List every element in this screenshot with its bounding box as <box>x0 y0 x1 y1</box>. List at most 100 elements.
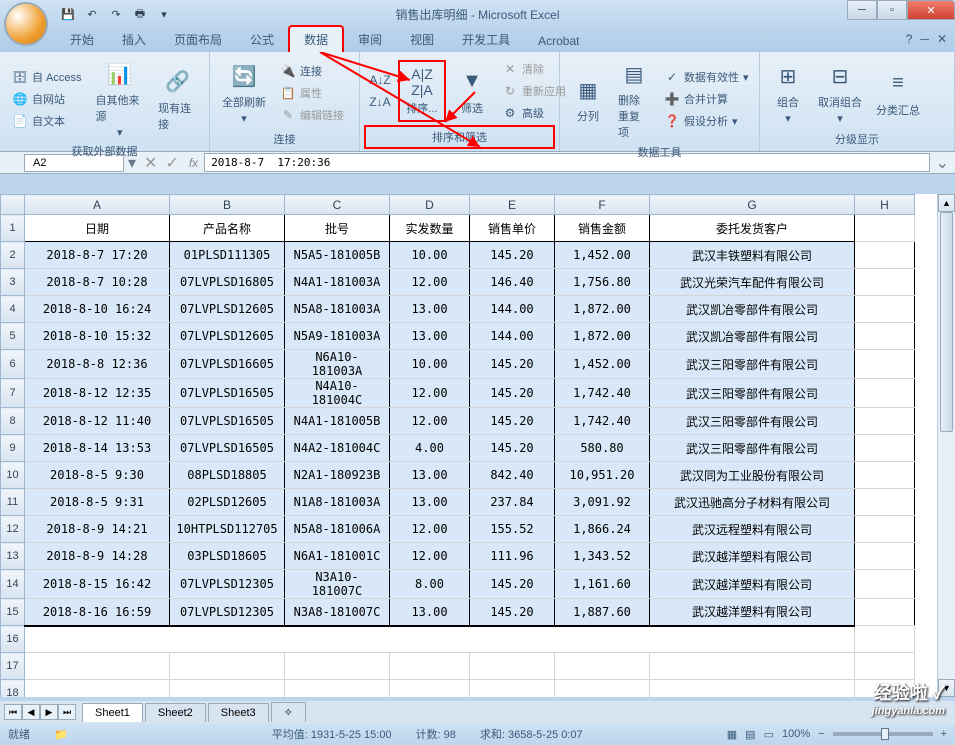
sort-icon: A|ZZ|A <box>406 66 438 98</box>
edit-links-button[interactable]: ✎编辑链接 <box>276 105 348 125</box>
data-validation-button[interactable]: ✓数据有效性 ▾ <box>660 67 753 87</box>
table-row[interactable]: 142018-8-15 16:4207LVPLSD12305N3A10-1810… <box>1 570 915 599</box>
zoom-in-button[interactable]: + <box>941 728 947 740</box>
tab-nav-next[interactable]: ▶ <box>40 704 58 720</box>
new-sheet-button[interactable]: ✧ <box>271 702 306 722</box>
table-row[interactable]: 62018-8-8 12:3607LVPLSD16605N6A10-181003… <box>1 350 915 379</box>
qat-save[interactable]: 💾 <box>58 4 78 24</box>
filter-button[interactable]: ▼筛选 <box>452 64 492 118</box>
from-text-button[interactable]: 📄自文本 <box>8 111 86 131</box>
tab-nav-first[interactable]: ⏮ <box>4 704 22 720</box>
consolidate-button[interactable]: ➕合并计算 <box>660 89 753 109</box>
spreadsheet-grid[interactable]: A B C D E F G H 1 日期产品名称批号 实发数量销售单价销售金额 … <box>0 194 915 697</box>
col-header-G[interactable]: G <box>650 195 855 215</box>
tab-home[interactable]: 开始 <box>56 27 108 52</box>
zoom-slider[interactable] <box>833 732 933 736</box>
col-header-C[interactable]: C <box>285 195 390 215</box>
connections-button[interactable]: 🔌连接 <box>276 61 348 81</box>
vertical-scrollbar[interactable]: ▲ ▼ <box>937 194 955 697</box>
tab-layout[interactable]: 页面布局 <box>160 27 236 52</box>
refresh-all-button[interactable]: 🔄全部刷新▾ <box>218 58 270 127</box>
table-row[interactable]: 82018-8-12 11:4007LVPLSD16505N4A1-181005… <box>1 408 915 435</box>
table-row[interactable]: 122018-8-9 14:2110HTPLSD112705N5A8-18100… <box>1 516 915 543</box>
existing-conn-button[interactable]: 🔗现有连接 <box>154 64 201 134</box>
ungroup-button[interactable]: ⊟取消组合▾ <box>814 58 866 127</box>
table-row[interactable]: 42018-8-10 16:2407LVPLSD12605N5A8-181003… <box>1 296 915 323</box>
table-row[interactable]: 152018-8-16 16:5907LVPLSD12305N3A8-18100… <box>1 599 915 626</box>
sheet-tab-3[interactable]: Sheet3 <box>208 703 269 722</box>
sort-za-button[interactable]: Z↓A <box>368 92 392 112</box>
other-sources-button[interactable]: 📊自其他来源▾ <box>92 56 149 141</box>
sort-az-icon: A↓Z <box>372 72 388 88</box>
zoom-level[interactable]: 100% <box>782 728 810 740</box>
tab-data[interactable]: 数据 <box>288 25 344 52</box>
tab-acrobat[interactable]: Acrobat <box>524 30 593 52</box>
tab-nav-last[interactable]: ⏭ <box>58 704 76 720</box>
status-ready: 就绪 <box>8 726 30 742</box>
zoom-out-button[interactable]: − <box>818 728 824 740</box>
tab-view[interactable]: 视图 <box>396 27 448 52</box>
minimize-ribbon-icon[interactable]: ─ <box>920 32 929 46</box>
sort-button[interactable]: A|ZZ|A排序... <box>402 64 442 118</box>
col-header-H[interactable]: H <box>855 195 915 215</box>
group-button[interactable]: ⊞组合▾ <box>768 58 808 127</box>
table-row[interactable]: 18 <box>1 680 915 698</box>
status-mode-icon: 📁 <box>54 728 68 741</box>
col-header-E[interactable]: E <box>470 195 555 215</box>
whatif-button[interactable]: ❓假设分析 ▾ <box>660 111 753 131</box>
table-row[interactable]: 32018-8-7 10:2807LVPLSD16805N4A1-181003A… <box>1 269 915 296</box>
remove-dup-button[interactable]: ▤删除重复项 <box>614 56 654 142</box>
qat-more[interactable]: ▾ <box>154 4 174 24</box>
close-button[interactable]: ✕ <box>907 0 955 20</box>
view-break-icon[interactable]: ▭ <box>764 728 774 741</box>
group-icon: ⊞ <box>772 60 804 92</box>
qat-undo[interactable]: ↶ <box>82 4 102 24</box>
table-row[interactable]: 16 <box>1 626 915 653</box>
view-normal-icon[interactable]: ▦ <box>727 728 737 741</box>
sheet-tab-2[interactable]: Sheet2 <box>145 703 206 722</box>
expand-formula-icon[interactable]: ⌄ <box>930 153 955 173</box>
text-icon: 📄 <box>12 113 28 129</box>
group-data-tools: 数据工具 <box>568 142 751 162</box>
minimize-button[interactable]: ─ <box>847 0 877 20</box>
sheet-tab-1[interactable]: Sheet1 <box>82 703 143 722</box>
table-row[interactable]: 17 <box>1 653 915 680</box>
scroll-thumb[interactable] <box>940 212 953 432</box>
properties-button[interactable]: 📋属性 <box>276 83 348 103</box>
scroll-up-button[interactable]: ▲ <box>938 194 955 212</box>
tab-formulas[interactable]: 公式 <box>236 27 288 52</box>
status-average: 平均值: 1931-5-25 15:00 <box>272 726 392 742</box>
tab-dev[interactable]: 开发工具 <box>448 27 524 52</box>
from-access-button[interactable]: 🗄自 Access <box>8 67 86 87</box>
doc-close-icon[interactable]: ✕ <box>937 32 947 46</box>
table-row[interactable]: 132018-8-9 14:2803PLSD18605N6A1-181001C1… <box>1 543 915 570</box>
formula-bar[interactable] <box>204 153 929 172</box>
table-header-row[interactable]: 1 日期产品名称批号 实发数量销售单价销售金额 委托发货客户 <box>1 215 915 242</box>
office-button[interactable] <box>4 2 48 46</box>
sort-az-button[interactable]: A↓Z <box>368 70 392 90</box>
table-row[interactable]: 92018-8-14 13:5307LVPLSD16505N4A2-181004… <box>1 435 915 462</box>
prop-icon: 📋 <box>280 85 296 101</box>
reapply-icon: ↻ <box>502 83 518 99</box>
col-header-B[interactable]: B <box>170 195 285 215</box>
from-web-button[interactable]: 🌐自网站 <box>8 89 86 109</box>
text-to-columns-button[interactable]: ▦分列 <box>568 72 608 126</box>
table-row[interactable]: 112018-8-5 9:3102PLSD12605N1A8-181003A13… <box>1 489 915 516</box>
tab-insert[interactable]: 插入 <box>108 27 160 52</box>
table-row[interactable]: 52018-8-10 15:3207LVPLSD12605N5A9-181003… <box>1 323 915 350</box>
table-row[interactable]: 22018-8-7 17:2001PLSD111305N5A5-181005B1… <box>1 242 915 269</box>
col-header-D[interactable]: D <box>390 195 470 215</box>
select-all-corner[interactable] <box>1 195 25 215</box>
tab-nav-prev[interactable]: ◀ <box>22 704 40 720</box>
table-row[interactable]: 72018-8-12 12:3507LVPLSD16505N4A10-18100… <box>1 379 915 408</box>
table-row[interactable]: 102018-8-5 9:3008PLSD18805N2A1-180923B13… <box>1 462 915 489</box>
help-icon[interactable]: ? <box>906 32 913 46</box>
qat-redo[interactable]: ↷ <box>106 4 126 24</box>
qat-print[interactable]: 🖶 <box>130 4 150 24</box>
subtotal-button[interactable]: ≡分类汇总 <box>872 66 924 120</box>
view-layout-icon[interactable]: ▤ <box>745 728 755 741</box>
col-header-F[interactable]: F <box>555 195 650 215</box>
col-header-A[interactable]: A <box>25 195 170 215</box>
tab-review[interactable]: 审阅 <box>344 27 396 52</box>
maximize-button[interactable]: ▫ <box>877 0 907 20</box>
